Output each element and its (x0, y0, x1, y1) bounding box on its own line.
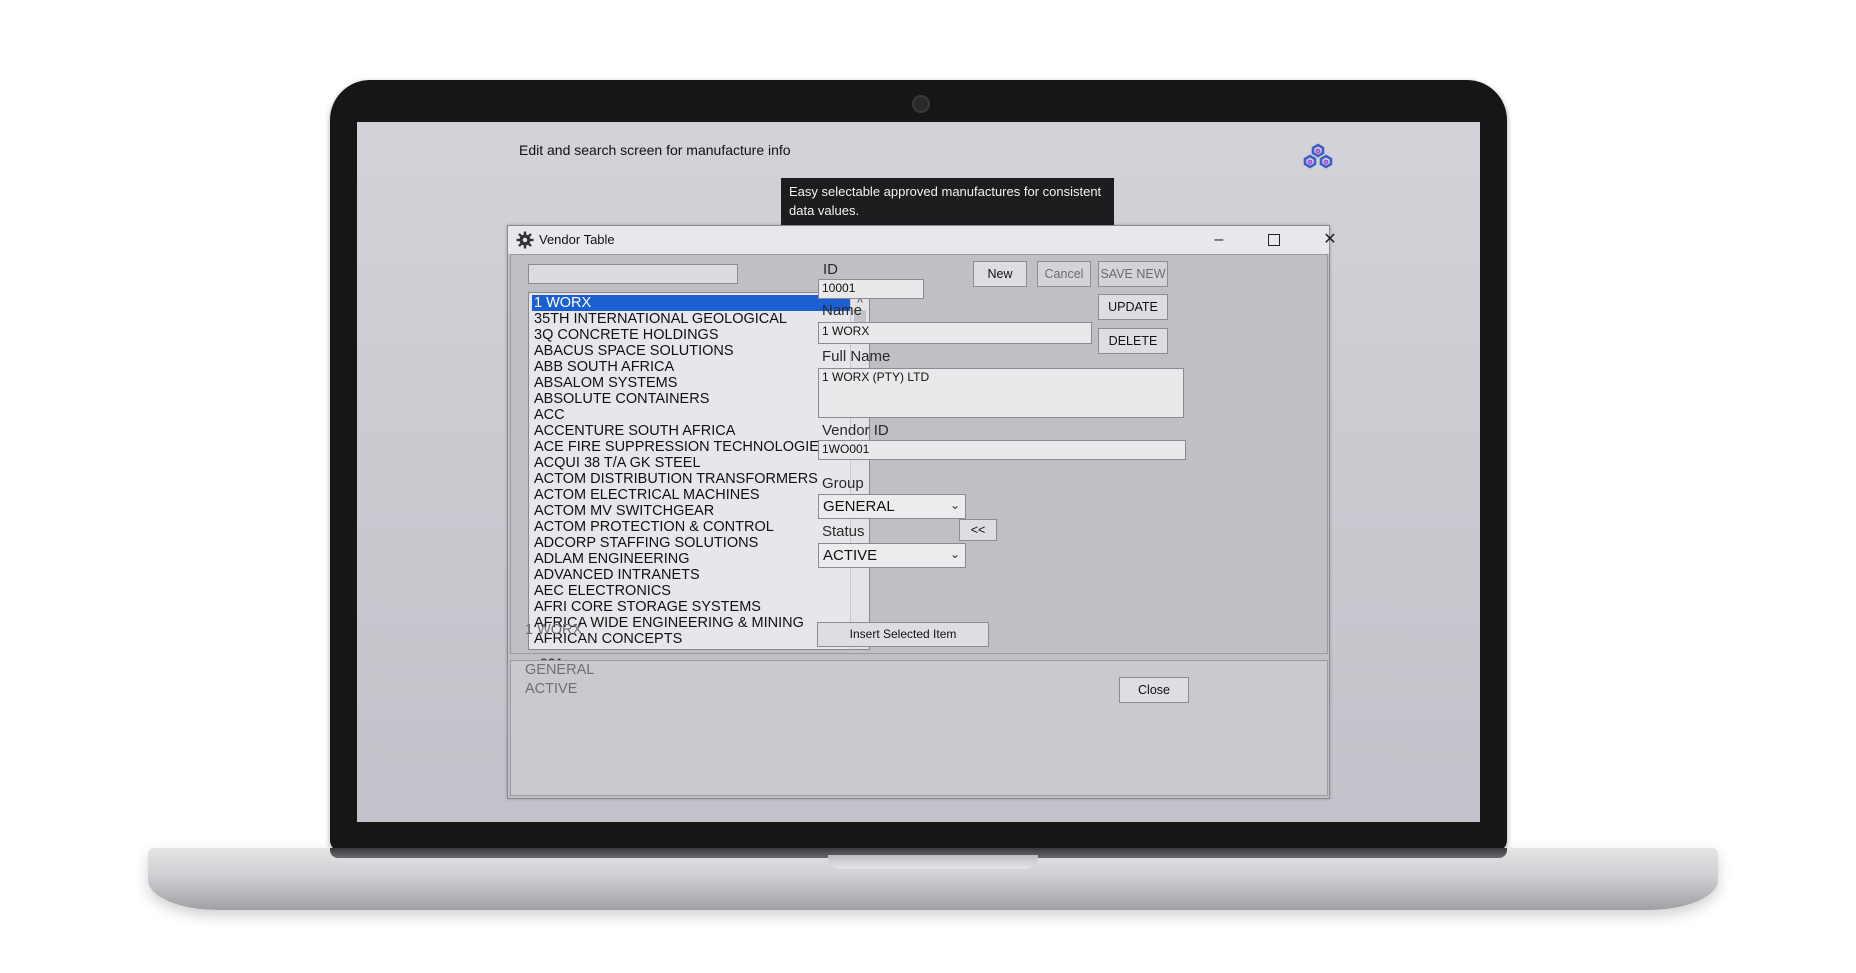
name-label: Name (822, 302, 863, 319)
delete-button[interactable]: DELETE (1098, 328, 1168, 354)
status-select[interactable]: ACTIVE ⌄ (818, 543, 966, 568)
vendor-id-field[interactable]: 1WO001 (818, 440, 1186, 460)
cancel-button[interactable]: Cancel (1037, 261, 1091, 287)
selected-group: GENERAL (525, 662, 595, 678)
chevron-down-icon: ⌄ (949, 547, 960, 561)
list-item[interactable]: ABSOLUTE CONTAINERS (532, 391, 852, 407)
list-item[interactable]: ADVANCED INTRANETS (532, 567, 852, 583)
close-button[interactable]: Close (1119, 677, 1189, 703)
selected-status: ACTIVE (525, 681, 578, 697)
list-item[interactable]: ACQUI 38 T/A GK STEEL (532, 455, 852, 471)
list-item[interactable]: ACTOM ELECTRICAL MACHINES (532, 487, 852, 503)
list-item[interactable]: AEC ELECTRONICS (532, 583, 852, 599)
group-value: GENERAL (823, 498, 895, 515)
list-item[interactable]: ABB SOUTH AFRICA (532, 359, 852, 375)
search-input[interactable] (528, 264, 738, 284)
vendor-list-items: 1 WORX 35TH INTERNATIONAL GEOLOGICAL 3Q CO… (532, 295, 852, 647)
camera-icon (912, 95, 930, 113)
window-title: Vendor Table (539, 232, 615, 247)
status-value: ACTIVE (823, 547, 878, 564)
update-button[interactable]: UPDATE (1098, 294, 1168, 320)
gear-icon (516, 231, 534, 249)
list-scrollbar[interactable]: ˄ ˅ (850, 293, 869, 649)
list-item[interactable]: ACTOM PROTECTION & CONTROL (532, 519, 852, 535)
group-label: Group (822, 475, 864, 492)
copy-back-button[interactable]: << (959, 519, 997, 541)
laptop-notch (828, 855, 1038, 869)
group-select[interactable]: GENERAL ⌄ (818, 494, 966, 519)
list-item[interactable]: ADLAM ENGINEERING (532, 551, 852, 567)
list-item[interactable]: ACC (532, 407, 852, 423)
list-item[interactable]: AFRI CORE STORAGE SYSTEMS (532, 599, 852, 615)
status-label: Status (822, 523, 865, 540)
full-name-label: Full Name (822, 348, 891, 365)
new-button[interactable]: New (973, 261, 1027, 287)
id-label: ID (823, 261, 838, 278)
list-item[interactable]: ABACUS SPACE SOLUTIONS (532, 343, 852, 359)
vendor-id-label: Vendor ID (822, 422, 889, 439)
list-item[interactable]: ADCORP STAFFING SOLUTIONS (532, 535, 852, 551)
laptop-screen: Edit and search screen for manufacture i… (357, 122, 1480, 822)
selection-panel (510, 660, 1328, 796)
window-titlebar[interactable]: Vendor Table – ✕ (508, 226, 1337, 255)
list-item[interactable]: ACTOM DISTRIBUTION TRANSFORMERS (532, 471, 852, 487)
vendor-table-window: Vendor Table – ✕ 1 WORX 35TH INTERNATIONA… (507, 225, 1337, 799)
list-item[interactable]: ACCENTURE SOUTH AFRICA (532, 423, 852, 439)
list-item[interactable]: ACE FIRE SUPPRESSION TECHNOLOGIES (532, 439, 852, 455)
list-item[interactable]: 3Q CONCRETE HOLDINGS (532, 327, 852, 343)
insert-selected-item-button[interactable]: Insert Selected Item (817, 622, 989, 647)
screen-title: Edit and search screen for manufacture i… (519, 142, 791, 158)
hexagon-cluster-icon (1303, 143, 1333, 169)
list-item[interactable]: 1 WORX (532, 295, 852, 311)
close-icon[interactable]: ✕ (1304, 226, 1356, 254)
id-field[interactable]: 10001 (818, 279, 924, 299)
vendor-listbox[interactable]: 1 WORX 35TH INTERNATIONAL GEOLOGICAL 3Q CO… (528, 292, 870, 650)
name-field[interactable]: 1 WORX (818, 322, 1092, 344)
list-item[interactable]: ABSALOM SYSTEMS (532, 375, 852, 391)
selected-name: 1 WORX (525, 622, 583, 638)
save-new-button[interactable]: SAVE NEW (1098, 261, 1168, 287)
chevron-down-icon: ⌄ (949, 498, 960, 512)
list-item[interactable]: 35TH INTERNATIONAL GEOLOGICAL (532, 311, 852, 327)
full-name-field[interactable]: 1 WORX (PTY) LTD (818, 368, 1184, 418)
minimize-icon[interactable]: – (1193, 226, 1245, 254)
tooltip: Easy selectable approved manufactures fo… (781, 178, 1114, 228)
maximize-icon[interactable] (1248, 226, 1300, 254)
list-item[interactable]: ACTOM MV SWITCHGEAR (532, 503, 852, 519)
